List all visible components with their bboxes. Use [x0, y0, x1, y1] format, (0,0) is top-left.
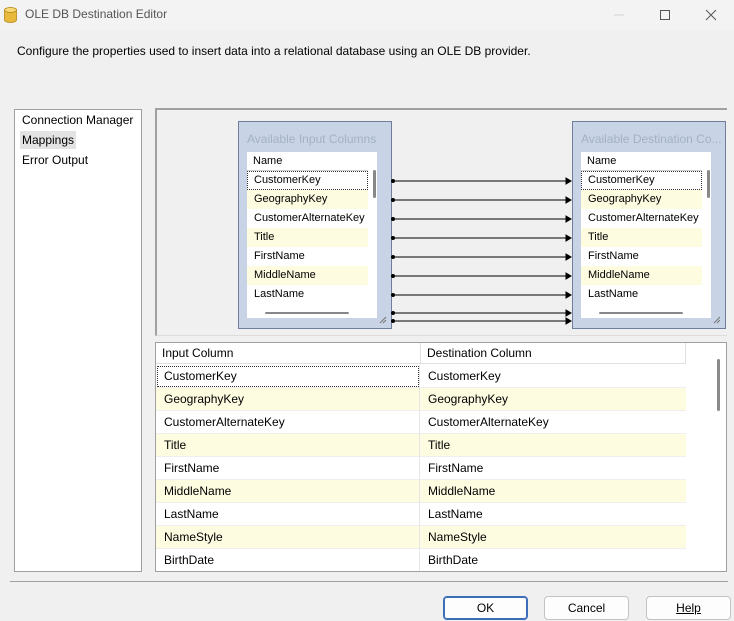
table-row[interactable]: Title Title — [156, 434, 686, 457]
help-button-label: Help — [676, 601, 701, 615]
ok-button[interactable]: OK — [443, 596, 528, 620]
input-column-cell[interactable]: NameStyle — [156, 526, 420, 549]
nav-item-connection-manager[interactable]: Connection Manager — [20, 111, 135, 129]
mapping-line-arrow — [565, 309, 572, 317]
destination-column-cell[interactable]: GeographyKey — [421, 388, 686, 411]
input-column-cell[interactable]: LastName — [156, 503, 420, 526]
mapping-line-arrow — [565, 253, 572, 261]
mapping-line-arrow — [565, 234, 572, 242]
table-row[interactable]: NameStyle NameStyle — [156, 526, 686, 549]
mapping-line-start — [391, 311, 395, 315]
table-row[interactable]: FirstName FirstName — [156, 457, 686, 480]
input-column-cell[interactable]: CustomerAlternateKey — [156, 411, 420, 434]
grid-vertical-scrollbar[interactable] — [717, 359, 720, 411]
table-row[interactable]: MiddleName MiddleName — [156, 480, 686, 503]
button-separator — [10, 581, 728, 582]
table-row[interactable]: CustomerAlternateKey CustomerAlternateKe… — [156, 411, 686, 434]
maximize-icon — [660, 10, 670, 20]
mapping-line-start — [391, 217, 395, 221]
destination-column-cell[interactable]: FirstName — [421, 457, 686, 480]
title-bar: OLE DB Destination Editor — [0, 0, 734, 30]
mapping-line-start — [391, 293, 395, 297]
grid-header-destination-column[interactable]: Destination Column — [421, 343, 686, 364]
mapping-lines — [391, 177, 572, 325]
destination-column-cell[interactable]: LastName — [421, 503, 686, 526]
database-icon — [4, 7, 17, 23]
input-column-cell[interactable]: GeographyKey — [156, 388, 420, 411]
nav-item-mappings[interactable]: Mappings — [20, 131, 77, 149]
help-button[interactable]: Help — [646, 596, 731, 620]
column-mapping-grid: Input Column Destination Column Customer… — [155, 342, 727, 572]
input-column-cell[interactable]: MiddleName — [156, 480, 420, 503]
destination-column-cell[interactable]: BirthDate — [421, 549, 686, 571]
minimize-icon — [614, 14, 624, 16]
table-row[interactable]: BirthDate BirthDate — [156, 549, 686, 571]
dialog-description: Configure the properties used to insert … — [17, 44, 531, 58]
mapping-line-arrow — [565, 291, 572, 299]
mapping-line-start — [391, 179, 395, 183]
destination-column-cell[interactable]: CustomerKey — [421, 365, 686, 388]
destination-column-cell[interactable]: NameStyle — [421, 526, 686, 549]
maximize-button[interactable] — [642, 0, 688, 30]
input-column-cell[interactable]: CustomerKey — [156, 365, 420, 388]
mapping-line-start — [391, 236, 395, 240]
mapping-line-start — [391, 255, 395, 259]
destination-column-cell[interactable]: MiddleName — [421, 480, 686, 503]
mapping-line-start — [391, 198, 395, 202]
mapping-designer: Available Input Columns Name CustomerKey… — [155, 108, 727, 336]
destination-column-cell[interactable]: CustomerAlternateKey — [421, 411, 686, 434]
mapping-line-arrow — [565, 215, 572, 223]
input-column-cell[interactable]: FirstName — [156, 457, 420, 480]
grid-header-input-column[interactable]: Input Column — [156, 343, 421, 364]
mapping-line-arrow — [565, 196, 572, 204]
cancel-button[interactable]: Cancel — [544, 596, 629, 620]
mapping-line-start — [391, 319, 395, 323]
mapping-line-start — [391, 274, 395, 278]
close-icon — [705, 9, 717, 21]
mapping-line-arrow — [565, 177, 572, 185]
table-row[interactable]: GeographyKey GeographyKey — [156, 388, 686, 411]
table-row[interactable]: CustomerKey CustomerKey — [156, 365, 686, 388]
page-navigation: Connection Manager Mappings Error Output — [14, 109, 142, 572]
nav-item-error-output[interactable]: Error Output — [20, 151, 90, 169]
minimize-button[interactable] — [596, 0, 642, 30]
destination-column-cell[interactable]: Title — [421, 434, 686, 457]
mapping-line-arrow — [565, 272, 572, 280]
mapping-line-arrow — [565, 317, 572, 325]
window-title: OLE DB Destination Editor — [25, 7, 168, 21]
input-column-cell[interactable]: Title — [156, 434, 420, 457]
input-column-cell[interactable]: BirthDate — [156, 549, 420, 571]
close-button[interactable] — [688, 0, 734, 30]
table-row[interactable]: LastName LastName — [156, 503, 686, 526]
